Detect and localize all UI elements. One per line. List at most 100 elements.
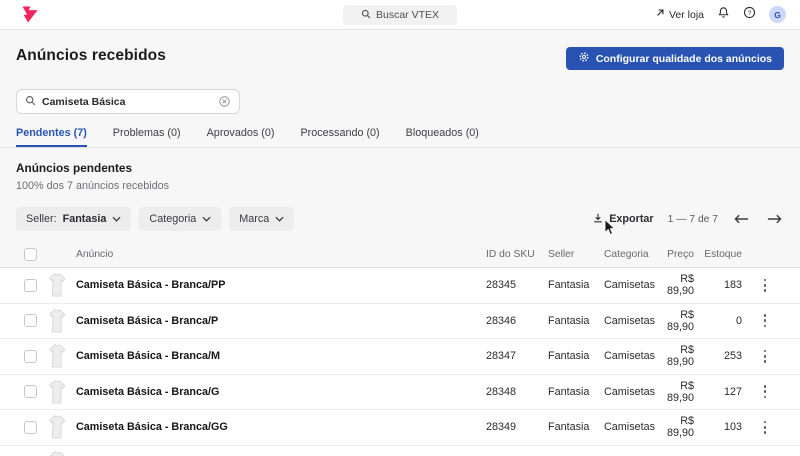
listing-title: Camiseta Básica - Branca/G [76,386,486,398]
tab-aprovados[interactable]: Aprovados (0) [207,123,275,147]
listing-estoque: 183 [700,279,746,291]
product-thumbnail tshirt-icon [46,450,69,456]
listing-estoque: 103 [700,421,746,433]
col-header-preco: Preço [656,249,700,260]
search-input[interactable] [42,96,212,108]
filter-marca[interactable]: Marca [229,207,294,231]
tab-processando[interactable]: Processando (0) [300,123,379,147]
listing-estoque: 127 [700,386,746,398]
download-icon [592,212,604,227]
filter-categoria[interactable]: Categoria [139,207,221,231]
listing-seller: Fantasia [548,386,604,398]
listing-categoria: Camisetas [604,386,656,398]
listing-estoque: 253 [700,350,746,362]
table-row[interactable]: Camiseta Básica - Branca/G 28348 Fantasi… [0,375,800,411]
view-store-label: Ver loja [669,9,704,21]
row-menu-button[interactable] [760,275,771,296]
product-thumbnail tshirt-icon [46,414,69,441]
search-box [16,89,240,114]
product-thumbnail tshirt-icon [46,272,69,299]
listing-sku: 28348 [486,386,548,398]
listing-preco: R$ 89,90 [656,309,700,333]
row-checkbox[interactable] [24,385,37,398]
listing-estoque: 0 [700,315,746,327]
avatar[interactable]: G [769,6,786,23]
vtex-logo-icon[interactable] [18,6,38,23]
col-header-estoque: Estoque [700,249,746,260]
listing-title: Camiseta Básica - Branca/PP [76,279,486,291]
help-icon: ? [743,6,756,24]
listing-seller: Fantasia [548,350,604,362]
tab-problemas[interactable]: Problemas (0) [113,123,181,147]
help-button[interactable]: ? [743,6,756,24]
product-thumbnail tshirt-icon [46,378,69,405]
listing-sku: 28347 [486,350,548,362]
section-subtitle: 100% dos 7 anúncios recebidos [16,180,784,192]
listing-sku: 28349 [486,421,548,433]
main-content: Anúncios recebidos Configurar qualidade … [0,47,800,456]
view-store-link[interactable]: Ver loja [655,8,704,21]
listing-categoria: Camisetas [604,279,656,291]
tab-bloqueados[interactable]: Bloqueados (0) [406,123,479,147]
filter-seller[interactable]: Seller: Fantasia [16,207,131,231]
table-row-partial[interactable] [0,446,800,456]
listing-sku: 28346 [486,315,548,327]
product-thumbnail tshirt-icon [46,307,69,334]
tab-pendentes[interactable]: Pendentes (7) [16,123,87,147]
row-menu-button[interactable] [760,346,771,367]
page-title: Anúncios recebidos [16,47,166,65]
listing-preco: R$ 89,90 [656,415,700,439]
svg-text:?: ? [748,9,752,16]
row-checkbox[interactable] [24,314,37,327]
select-all-checkbox[interactable] [24,248,37,261]
listing-categoria: Camisetas [604,350,656,362]
table-row[interactable]: Camiseta Básica - Branca/P 28346 Fantasi… [0,304,800,340]
row-menu-button[interactable] [760,381,771,402]
global-search-label: Buscar VTEX [376,9,439,21]
chevron-down-icon [275,213,284,225]
row-menu-button[interactable] [760,417,771,438]
listing-title: Camiseta Básica - Branca/P [76,315,486,327]
pagination-label: 1 — 7 de 7 [668,214,718,225]
listing-preco: R$ 89,90 [656,344,700,368]
export-button[interactable]: Exportar [592,212,653,227]
listings-table: Anúncio ID do SKU Seller Categoria Preço… [0,242,800,456]
clear-search-icon[interactable] [218,95,231,108]
chevron-down-icon [112,213,121,225]
table-row[interactable]: Camiseta Básica - Branca/PP 28345 Fantas… [0,268,800,304]
table-header: Anúncio ID do SKU Seller Categoria Preço… [0,242,800,268]
table-row[interactable]: Camiseta Básica - Branca/GG 28349 Fantas… [0,410,800,446]
listing-preco: R$ 89,90 [656,273,700,297]
table-body: Camiseta Básica - Branca/PP 28345 Fantas… [0,268,800,456]
listing-categoria: Camisetas [604,315,656,327]
col-header-categoria: Categoria [604,249,656,260]
listing-seller: Fantasia [548,315,604,327]
col-header-id-sku: ID do SKU [486,249,548,260]
listing-seller: Fantasia [548,421,604,433]
prev-page-button[interactable] [732,212,751,226]
row-menu-button[interactable] [760,310,771,331]
listing-title: Camiseta Básica - Branca/GG [76,421,486,433]
product-thumbnail tshirt-icon [46,343,69,370]
col-header-seller: Seller [548,249,604,260]
listing-sku: 28345 [486,279,548,291]
topbar: Buscar VTEX Ver loja ? [0,0,800,30]
status-tabs: Pendentes (7) Problemas (0) Aprovados (0… [0,123,800,148]
gear-icon [578,51,590,66]
row-checkbox[interactable] [24,421,37,434]
row-checkbox[interactable] [24,350,37,363]
bell-icon [717,6,730,24]
search-icon [25,93,36,111]
configure-quality-button[interactable]: Configurar qualidade dos anúncios [566,47,784,70]
listing-title: Camiseta Básica - Branca/M [76,350,486,362]
notifications-button[interactable] [717,6,730,24]
listing-categoria: Camisetas [604,421,656,433]
global-search-button[interactable]: Buscar VTEX [343,5,457,25]
table-row[interactable]: Camiseta Básica - Branca/M 28347 Fantasi… [0,339,800,375]
next-page-button[interactable] [765,212,784,226]
search-icon [361,9,371,22]
section-title: Anúncios pendentes [16,161,784,175]
col-header-anuncio: Anúncio [76,249,486,260]
row-checkbox[interactable] [24,279,37,292]
chevron-down-icon [202,213,211,225]
